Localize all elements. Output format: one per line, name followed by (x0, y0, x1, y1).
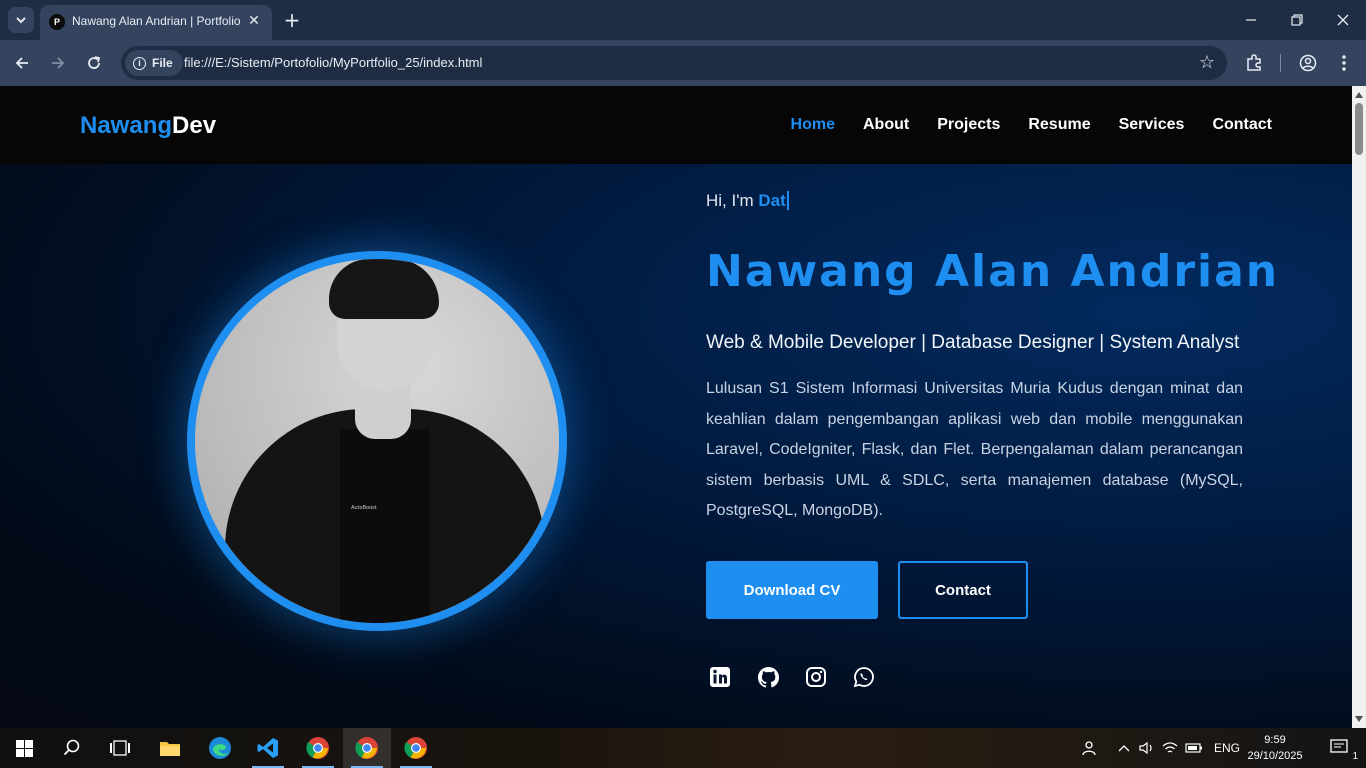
hero-roles: Web & Mobile Developer | Database Design… (706, 332, 1240, 353)
toolbar-separator (1280, 54, 1281, 72)
chevron-up-icon[interactable] (1112, 744, 1136, 752)
scroll-down-arrow-icon[interactable] (1355, 716, 1363, 722)
taskbar-vscode[interactable] (244, 728, 292, 768)
nav-link-about[interactable]: About (863, 116, 909, 134)
site-info-chip[interactable]: i File (125, 50, 183, 76)
reload-icon (88, 56, 101, 69)
notification-count: 1 (1352, 751, 1358, 762)
close-icon (1337, 14, 1349, 26)
taskbar-edge[interactable] (196, 728, 244, 768)
nav-link-resume[interactable]: Resume (1028, 116, 1090, 134)
minimize-button[interactable] (1228, 0, 1274, 40)
close-tab-icon[interactable]: ✕ (244, 11, 264, 31)
wifi-icon[interactable] (1158, 741, 1182, 755)
chrome-icon (404, 737, 427, 759)
arrow-left-icon (15, 57, 28, 69)
puzzle-icon (1247, 54, 1261, 71)
browser-toolbar: i File file:///E:/Sistem/Portofolio/MyPo… (0, 40, 1366, 86)
profile-photo: AutoBoost (187, 251, 567, 631)
arrow-right-icon (52, 57, 65, 69)
linkedin-icon[interactable] (708, 665, 732, 689)
typing-text: Dat (758, 191, 789, 210)
new-tab-button[interactable]: + (280, 7, 304, 33)
folder-icon (160, 742, 180, 756)
bookmark-star-icon[interactable]: ☆ (1199, 52, 1215, 73)
taskbar-clock[interactable]: 9:59 29/10/2025 (1240, 732, 1310, 764)
social-links (708, 665, 876, 689)
github-icon[interactable] (756, 665, 780, 689)
url-text[interactable]: file:///E:/Sistem/Portofolio/MyPortfolio… (184, 55, 482, 70)
people-icon[interactable] (1076, 740, 1100, 756)
task-view-icon (110, 740, 130, 756)
logo-part-2: Dev (172, 112, 217, 139)
profile-button[interactable] (1294, 49, 1322, 77)
language-indicator[interactable]: ENG (1214, 741, 1240, 755)
taskbar-chrome-3[interactable] (392, 728, 440, 768)
contact-button[interactable]: Contact (898, 561, 1028, 619)
browser-menu-button[interactable] (1330, 49, 1358, 77)
restore-button[interactable] (1274, 0, 1320, 40)
nav-link-home[interactable]: Home (791, 116, 835, 134)
forward-button[interactable] (44, 49, 72, 77)
site-nav-menu: Home About Projects Resume Services Cont… (791, 116, 1272, 134)
site-logo[interactable]: NawangDev (80, 112, 216, 140)
site-info-label: File (152, 56, 173, 70)
hero-greeting: Hi, I'm Dat (706, 191, 789, 211)
notification-center-button[interactable]: 1 (1316, 728, 1364, 768)
taskbar-file-explorer[interactable] (146, 728, 194, 768)
clock-date: 29/10/2025 (1247, 750, 1303, 762)
windows-taskbar: ENG 9:59 29/10/2025 1 (0, 728, 1366, 768)
edge-icon (209, 737, 231, 759)
chrome-icon (355, 737, 378, 759)
nav-link-projects[interactable]: Projects (937, 116, 1000, 134)
instagram-icon[interactable] (804, 665, 828, 689)
nav-link-contact[interactable]: Contact (1212, 116, 1272, 134)
chrome-icon (306, 737, 329, 759)
windows-logo-icon (15, 739, 33, 757)
tab-search-button[interactable] (8, 7, 34, 33)
download-cv-button[interactable]: Download CV (706, 561, 878, 619)
address-bar[interactable]: i File file:///E:/Sistem/Portofolio/MyPo… (121, 46, 1227, 80)
taskbar-chrome-1[interactable] (294, 728, 342, 768)
whatsapp-icon[interactable] (852, 665, 876, 689)
restore-icon (1291, 14, 1303, 26)
logo-part-1: Nawang (80, 112, 173, 139)
hero-name: Nawang Alan Andrian (706, 246, 1280, 297)
greeting-prefix: Hi, I'm (706, 191, 759, 210)
shirt-print: AutoBoost (351, 505, 377, 511)
close-window-button[interactable] (1320, 0, 1366, 40)
back-button[interactable] (8, 49, 36, 77)
info-icon: i (133, 56, 146, 70)
browser-tab[interactable]: P Nawang Alan Andrian | Portfolio ✕ (40, 5, 272, 40)
taskbar-chrome-2[interactable] (343, 728, 391, 768)
battery-icon[interactable] (1182, 742, 1206, 754)
site-header: NawangDev Home About Projects Resume Ser… (0, 86, 1352, 164)
browser-tab-strip: P Nawang Alan Andrian | Portfolio ✕ + (0, 0, 1366, 40)
vscode-icon (257, 738, 278, 758)
tab-title: Nawang Alan Andrian | Portfolio (72, 14, 241, 28)
notification-icon (1330, 739, 1348, 753)
chevron-down-icon (16, 17, 26, 24)
task-view-button[interactable] (96, 728, 144, 768)
extensions-button[interactable] (1240, 49, 1268, 77)
volume-icon[interactable] (1136, 741, 1158, 755)
system-tray: ENG (1076, 728, 1240, 768)
clock-time: 9:59 (1264, 734, 1286, 746)
profile-icon (1299, 54, 1317, 72)
taskbar-search-button[interactable] (48, 728, 96, 768)
scroll-up-arrow-icon[interactable] (1355, 92, 1363, 98)
nav-link-services[interactable]: Services (1119, 116, 1185, 134)
start-button[interactable] (0, 728, 48, 768)
tab-favicon-icon: P (49, 14, 65, 30)
page-viewport: NawangDev Home About Projects Resume Ser… (0, 86, 1352, 728)
minimize-icon (1246, 19, 1256, 21)
page-scrollbar[interactable] (1352, 86, 1366, 728)
more-vertical-icon (1342, 55, 1346, 71)
hero-description: Lulusan S1 Sistem Informasi Universitas … (706, 380, 1243, 520)
scrollbar-thumb[interactable] (1355, 103, 1363, 155)
search-icon (63, 739, 80, 756)
reload-button[interactable] (80, 49, 108, 77)
